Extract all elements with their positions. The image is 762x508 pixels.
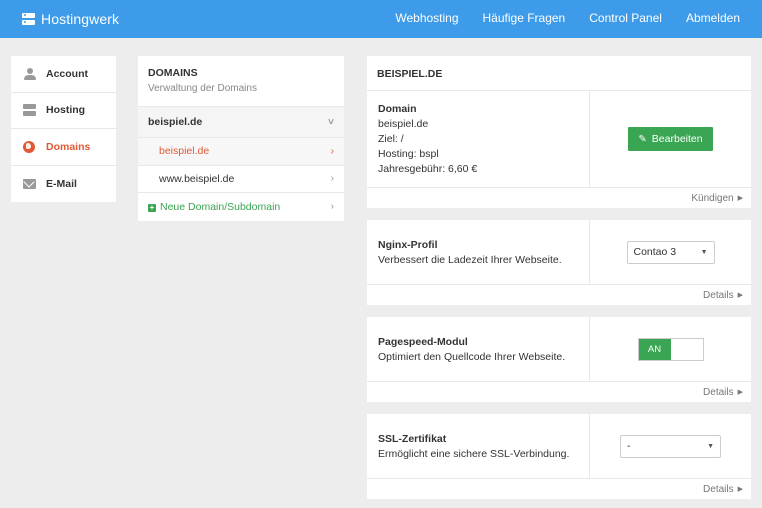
domain-item-beispiel[interactable]: beispiel.de › xyxy=(138,138,344,166)
chevron-right-icon: › xyxy=(330,145,334,157)
domains-subtitle: Verwaltung der Domains xyxy=(148,83,257,94)
nav-logout[interactable]: Abmelden xyxy=(686,11,740,25)
sidebar-item-label: E-Mail xyxy=(46,177,77,190)
sidebar-item-label: Domains xyxy=(46,140,91,153)
domains-title: DOMAINS xyxy=(148,67,198,79)
nginx-info: Nginx-Profil Verbessert die Ladezeit Ihr… xyxy=(367,220,590,284)
sidebar-item-account[interactable]: Account xyxy=(11,56,116,93)
ssl-heading: SSL-Zertifikat xyxy=(378,433,447,445)
pagespeed-toggle[interactable]: AN xyxy=(637,337,704,361)
domains-header: DOMAINS Verwaltung der Domains xyxy=(138,56,344,107)
caret-right-icon: ▶ xyxy=(737,292,743,299)
sidebar-item-label: Account xyxy=(46,67,88,80)
chevron-down-icon: ˅ xyxy=(328,116,334,128)
domain-card: BEISPIEL.DE Domain beispiel.de Ziel: / H… xyxy=(367,56,751,208)
caret-right-icon: ▶ xyxy=(737,389,743,396)
edit-button-label: Bearbeiten xyxy=(651,133,703,145)
sidebar-item-email[interactable]: E-Mail xyxy=(11,166,116,203)
domain-name: beispiel.de xyxy=(378,118,429,130)
details-label: Details xyxy=(703,386,734,398)
domain-item-label: www.beispiel.de xyxy=(159,172,235,185)
cancel-link[interactable]: Kündigen ▶ xyxy=(367,188,751,208)
edit-button[interactable]: ✎ Bearbeiten xyxy=(628,127,713,151)
brand[interactable]: Hostingwerk xyxy=(22,9,119,29)
caret-right-icon: ▶ xyxy=(737,195,743,202)
caret-right-icon: ▶ xyxy=(737,486,743,493)
domain-fee: Jahresgebühr: 6,60 € xyxy=(378,163,478,175)
nginx-select-value: Contao 3 xyxy=(633,246,677,258)
person-icon xyxy=(23,67,37,80)
nginx-profile-select[interactable]: Contao 3 ▼ xyxy=(626,240,715,264)
domain-group-label: beispiel.de xyxy=(148,116,203,128)
caret-down-icon: ▼ xyxy=(707,442,714,450)
top-bar: Hostingwerk Webhosting Häufige Fragen Co… xyxy=(0,0,762,38)
ssl-card: SSL-Zertifikat Ermöglicht eine sichere S… xyxy=(367,414,751,499)
server-icon xyxy=(23,104,37,117)
domain-detail: BEISPIEL.DE Domain beispiel.de Ziel: / H… xyxy=(367,56,751,499)
pagespeed-details-link[interactable]: Details ▶ xyxy=(367,382,751,402)
ssl-details-link[interactable]: Details ▶ xyxy=(367,479,751,499)
caret-down-icon: ▼ xyxy=(700,248,708,256)
pagespeed-desc: Optimiert den Quellcode Ihrer Webseite. xyxy=(378,351,566,363)
nginx-card: Nginx-Profil Verbessert die Ladezeit Ihr… xyxy=(367,220,751,305)
top-nav: Webhosting Häufige Fragen Control Panel … xyxy=(395,11,740,25)
sidebar: Account Hosting Domains E-Mail xyxy=(11,56,116,202)
app-title: Hostingwerk xyxy=(41,11,120,27)
cancel-link-label: Kündigen xyxy=(691,192,734,204)
domain-group-beispiel[interactable]: beispiel.de ˅ xyxy=(138,107,344,138)
ssl-select-value: - xyxy=(627,440,631,452)
pagespeed-heading: Pagespeed-Modul xyxy=(378,336,468,348)
globe-icon xyxy=(23,140,37,153)
domain-target: Ziel: / xyxy=(378,133,404,145)
sidebar-item-domains[interactable]: Domains xyxy=(11,129,116,166)
add-domain-button[interactable]: + Neue Domain/Subdomain › xyxy=(138,193,344,221)
add-domain-label: Neue Domain/Subdomain xyxy=(160,200,281,213)
domains-panel: DOMAINS Verwaltung der Domains beispiel.… xyxy=(138,56,344,221)
server-logo-icon xyxy=(22,12,35,26)
nginx-heading: Nginx-Profil xyxy=(378,239,438,251)
details-label: Details xyxy=(703,483,734,495)
pagespeed-info: Pagespeed-Modul Optimiert den Quellcode … xyxy=(367,317,590,381)
ssl-desc: Ermöglicht eine sichere SSL-Verbindung. xyxy=(378,448,570,460)
ssl-certificate-select[interactable]: - ▼ xyxy=(620,434,721,458)
domain-hosting: Hosting: bspl xyxy=(378,148,439,160)
sidebar-item-label: Hosting xyxy=(46,104,86,117)
nginx-details-link[interactable]: Details ▶ xyxy=(367,285,751,305)
chevron-right-icon: › xyxy=(330,173,334,185)
domain-item-label: beispiel.de xyxy=(159,145,210,158)
pencil-icon: ✎ xyxy=(638,133,647,145)
nginx-desc: Verbessert die Ladezeit Ihrer Webseite. xyxy=(378,254,562,266)
ssl-info: SSL-Zertifikat Ermöglicht eine sichere S… xyxy=(367,414,590,478)
toggle-on-label: AN xyxy=(638,338,671,360)
pagespeed-card: Pagespeed-Modul Optimiert den Quellcode … xyxy=(367,317,751,402)
sidebar-item-hosting[interactable]: Hosting xyxy=(11,93,116,129)
domain-info: Domain beispiel.de Ziel: / Hosting: bspl… xyxy=(367,91,590,187)
domain-heading: Domain xyxy=(378,103,417,115)
domain-item-www-beispiel[interactable]: www.beispiel.de › xyxy=(138,165,344,193)
chevron-right-icon: › xyxy=(330,201,334,213)
details-label: Details xyxy=(703,289,734,301)
nav-faq[interactable]: Häufige Fragen xyxy=(483,11,566,25)
nav-control-panel[interactable]: Control Panel xyxy=(589,11,662,25)
nav-webhosting[interactable]: Webhosting xyxy=(395,11,458,25)
detail-title: BEISPIEL.DE xyxy=(367,56,751,91)
mail-icon xyxy=(23,178,37,190)
plus-icon: + xyxy=(148,202,156,212)
